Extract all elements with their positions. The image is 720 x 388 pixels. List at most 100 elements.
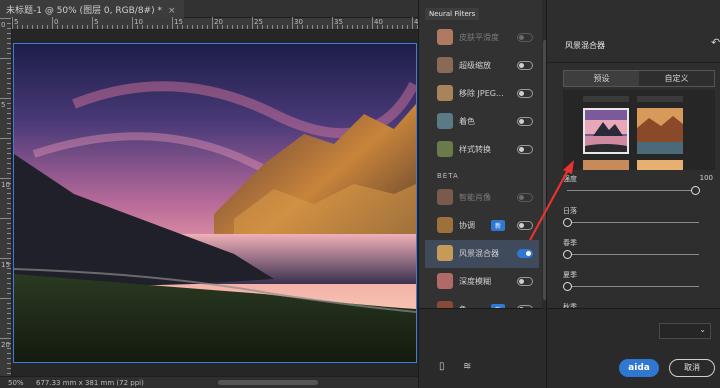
ruler-tick	[197, 25, 198, 29]
ruler-tick	[7, 113, 11, 114]
zoom-level[interactable]: 50%	[8, 379, 24, 387]
preset-thumbnail[interactable]	[637, 160, 683, 170]
ruler-tick	[372, 17, 373, 29]
filter-toggle[interactable]	[517, 277, 533, 286]
ruler-tick	[7, 213, 11, 214]
filter-toggle[interactable]	[517, 221, 533, 230]
ruler-tick	[357, 25, 358, 29]
ruler-tick	[7, 43, 11, 44]
ruler-tick	[7, 308, 11, 309]
ruler-tick	[0, 98, 11, 99]
ruler-tick	[7, 233, 11, 234]
horizontal-ruler: 5051015202530354045	[12, 17, 423, 30]
filter-toggle[interactable]	[517, 193, 533, 202]
filter-item[interactable]: 着色	[425, 108, 539, 136]
ruler-tick	[0, 58, 11, 59]
ruler-tick	[7, 48, 11, 49]
filter-toggle[interactable]	[517, 249, 533, 258]
ruler-tick	[352, 25, 353, 29]
slider-track[interactable]	[567, 254, 699, 255]
document-info[interactable]: 677.33 mm x 381 mm (72 ppi)	[36, 379, 144, 387]
slider-label: 春季	[563, 239, 577, 247]
document-tab-bar: 未标题-1 @ 50% (图层 0, RGB/8#) * ×	[0, 0, 418, 18]
ruler-tick	[37, 25, 38, 29]
mixer-footer: ⌄ aida 取消	[547, 308, 720, 388]
landscape-image	[14, 44, 416, 362]
filter-item[interactable]: 超级缩放	[425, 52, 539, 80]
ruler-tick	[112, 25, 113, 29]
ruler-tick	[107, 25, 108, 29]
filter-toggle[interactable]	[517, 117, 533, 126]
filter-thumbnail-icon	[437, 29, 453, 45]
filter-item[interactable]: 风景混合器	[425, 240, 539, 268]
filter-item[interactable]: 皮肤平滑度	[425, 24, 539, 52]
ruler-tick	[7, 358, 11, 359]
preset-thumb-row-partial[interactable]	[637, 96, 683, 102]
ruler-tick	[7, 353, 11, 354]
filter-label: 超级缩放	[459, 61, 491, 70]
horizontal-scrollbar[interactable]	[218, 380, 318, 385]
preset-thumb-row-partial[interactable]	[583, 96, 629, 102]
slider-track[interactable]	[567, 286, 699, 287]
ruler-number: 35	[334, 18, 343, 26]
ruler-tick	[52, 17, 53, 29]
ruler-tick	[67, 25, 68, 29]
slider-knob[interactable]	[563, 218, 572, 227]
filter-item[interactable]: 移除 JPEG...	[425, 80, 539, 108]
panel-title: Neural Filters	[425, 8, 480, 20]
ruler-tick	[192, 25, 193, 29]
document-tab-title: 未标题-1 @ 50% (图层 0, RGB/8#) *	[6, 6, 162, 16]
slider-knob[interactable]	[691, 186, 700, 195]
filter-label: 协调	[459, 221, 475, 230]
tab-presets[interactable]: 预设	[564, 71, 639, 86]
ruler-tick	[292, 17, 293, 29]
ruler-tick	[122, 25, 123, 29]
filter-item[interactable]: 深度模糊	[425, 268, 539, 296]
ruler-tick	[207, 25, 208, 29]
preview-toggle-icon[interactable]: ▯	[439, 361, 445, 372]
filter-thumbnail-icon	[437, 113, 453, 129]
ruler-tick	[42, 25, 43, 29]
document-tab[interactable]: 未标题-1 @ 50% (图层 0, RGB/8#) * ×	[0, 0, 184, 18]
undo-icon[interactable]: ↶	[711, 36, 720, 49]
slider-knob[interactable]	[563, 250, 572, 259]
filter-toggle[interactable]	[517, 33, 533, 42]
ok-button[interactable]: aida	[619, 359, 659, 377]
ruler-tick	[7, 148, 11, 149]
ruler-tick	[7, 163, 11, 164]
cancel-button[interactable]: 取消	[669, 359, 715, 377]
ruler-tick	[237, 25, 238, 29]
filter-label: 风景混合器	[459, 249, 499, 258]
ruler-tick	[0, 178, 11, 179]
slider-track[interactable]	[567, 190, 699, 191]
ruler-tick	[0, 298, 11, 299]
landscape-photo[interactable]	[13, 43, 417, 363]
ruler-tick	[7, 208, 11, 209]
filter-toggle[interactable]	[517, 61, 533, 70]
ruler-tick	[167, 25, 168, 29]
filter-toggle[interactable]	[517, 89, 533, 98]
preset-thumbnail-selected[interactable]	[583, 108, 629, 154]
filter-label: 移除 JPEG...	[459, 89, 504, 98]
layers-icon[interactable]: ≋	[463, 361, 471, 372]
ruler-tick	[72, 25, 73, 29]
filter-toggle[interactable]	[517, 145, 533, 154]
new-badge: 新	[491, 220, 506, 231]
slider-track[interactable]	[567, 222, 699, 223]
filter-item[interactable]: 协调 新	[425, 212, 539, 240]
preset-thumbnail[interactable]	[637, 108, 683, 154]
ruler-tick	[47, 25, 48, 29]
output-dropdown[interactable]: ⌄	[659, 323, 711, 339]
ruler-tick	[307, 25, 308, 29]
slider-knob[interactable]	[563, 282, 572, 291]
ruler-tick	[62, 25, 63, 29]
filter-item[interactable]: 智能肖像	[425, 184, 539, 212]
filter-item[interactable]: 样式转换	[425, 136, 539, 164]
close-icon[interactable]: ×	[168, 6, 176, 16]
ruler-tick	[252, 17, 253, 29]
tab-custom[interactable]: 自定义	[639, 71, 714, 86]
ruler-tick	[7, 73, 11, 74]
ruler-tick	[0, 258, 11, 259]
preset-thumbnail[interactable]	[583, 160, 629, 170]
ruler-tick	[312, 25, 313, 29]
